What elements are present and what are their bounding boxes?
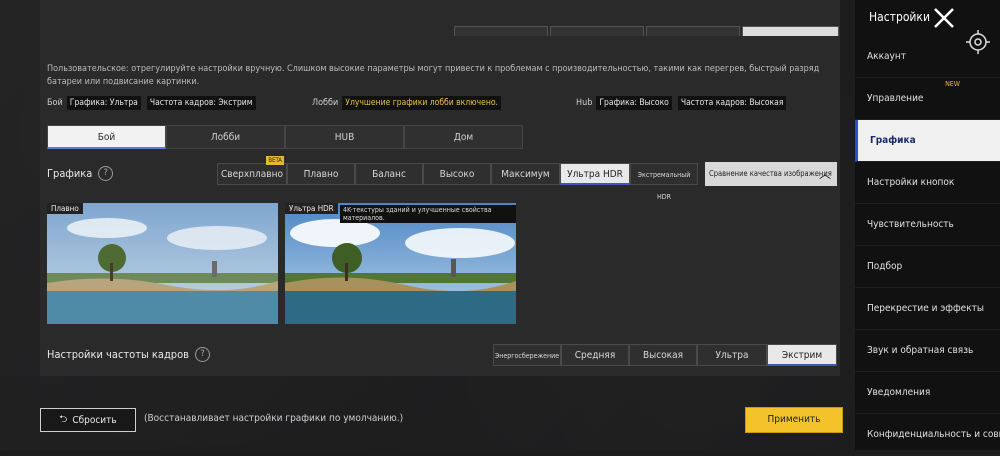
tab-battle[interactable]: Бой [47,125,166,149]
custom-description: Пользовательское: отрегулируйте настройк… [47,64,820,87]
help-icon[interactable]: ? [98,166,114,181]
fps-option-medium[interactable]: Средняя [561,344,629,366]
apply-button[interactable]: Применить [746,408,842,432]
sidebar-item-account[interactable]: Аккаунт [855,36,1000,78]
graphics-row-label: Графика ? [47,166,114,181]
tab-hub[interactable]: HUB [285,125,404,149]
sidebar-item-sensitivity[interactable]: Чувствительность [855,204,1000,246]
compare-quality-button[interactable]: Сравнение качества изображения ︿ [705,162,837,186]
graphics-option-smooth[interactable]: Плавно [287,163,355,185]
chevron-up-icon: ︿ [818,167,831,181]
lobby-summary: Лобби Улучшение графики лобби включено. [312,95,507,111]
help-icon[interactable]: ? [194,347,210,362]
fps-label: Настройки частоты кадров [47,348,189,361]
preview-smooth: Плавно [47,203,278,324]
preview-ultra-hdr: Ультра HDR 4K-текстуры зданий и улучшенн… [285,203,516,324]
graphics-option-balanced[interactable]: Баланс [355,163,423,185]
fps-row-label: Настройки частоты кадров ? [47,347,210,362]
fps-option-ultra[interactable]: Ультра [697,344,767,366]
sidebar-item-notifications[interactable]: Уведомления [855,372,1000,414]
battle-summary-label: Бой [47,98,63,108]
sidebar-title: Настройки [869,10,930,24]
graphics-label: Графика [47,167,93,180]
hub-fps-chip: Частота кадров: Высокая [677,96,787,110]
battle-graphics-chip: Графика: Ультра [66,96,141,110]
tab-home[interactable]: Дом [404,125,523,149]
graphics-option-ultra-hdr[interactable]: Ультра HDR [560,163,630,185]
lobby-value-chip: Улучшение графики лобби включено. [342,96,501,110]
close-icon[interactable] [930,4,958,32]
hub-summary-label: Hub [576,98,593,108]
reset-button[interactable]: ⮌ Сбросить [40,408,136,432]
fps-option-extreme[interactable]: Экстрим [767,344,837,366]
tab-lobby[interactable]: Лобби [166,125,285,149]
hub-graphics-chip: Графика: Высоко [596,96,672,110]
graphics-option-high[interactable]: Высоко [423,163,491,185]
sidebar-item-label: Управление [867,93,924,104]
sidebar-item-matchmaking[interactable]: Подбор [855,246,1000,288]
battle-summary: Бой Графика: Ультра Частота кадров: Экст… [47,95,262,111]
reset-label: Сбросить [72,414,117,426]
graphics-option-label: Сверхплавно [221,169,283,180]
sidebar-item-button-settings[interactable]: Настройки кнопок [855,162,1000,204]
beta-badge: BETA [266,156,284,165]
preview-ultra-hdr-note: 4K-текстуры зданий и улучшенные свойства… [340,205,516,223]
undo-icon: ⮌ [59,413,68,425]
reset-note: (Восстанавливает настройки графики по ум… [144,413,404,424]
battle-fps-chip: Частота кадров: Экстрим [146,96,256,110]
sidebar-item-controls[interactable]: Управление NEW [855,78,1000,120]
mode-tabs: Бой Лобби HUB Дом [47,125,837,149]
graphics-option-max[interactable]: Максимум [491,163,560,185]
graphics-option-super-smooth[interactable]: Сверхплавно BETA [217,156,287,185]
preview-ultra-hdr-tag: Ультра HDR [285,203,338,214]
graphics-option-extreme-hdr[interactable]: Экстремальный HDR [630,163,698,201]
compare-quality-label: Сравнение качества изображения [709,169,832,178]
sidebar-item-crosshair-effects[interactable]: Перекрестие и эффекты [855,288,1000,330]
fps-option-power-saving[interactable]: Энергосбережение [493,344,561,366]
fps-option-high[interactable]: Высокая [629,344,697,366]
new-badge: NEW [945,80,960,88]
preview-smooth-tag: Плавно [47,203,83,214]
lobby-summary-label: Лобби [312,98,339,108]
graphics-options: Сверхплавно BETA Плавно Баланс Высоко Ма… [217,156,698,201]
sidebar-item-sound-feedback[interactable]: Звук и обратная связь [855,330,1000,372]
hub-summary: Hub Графика: Высоко Частота кадров: Высо… [576,95,792,111]
fps-options: Энергосбережение Средняя Высокая Ультра … [493,344,837,366]
sidebar-item-graphics[interactable]: Графика [855,120,1000,162]
landscape-image [47,203,278,324]
